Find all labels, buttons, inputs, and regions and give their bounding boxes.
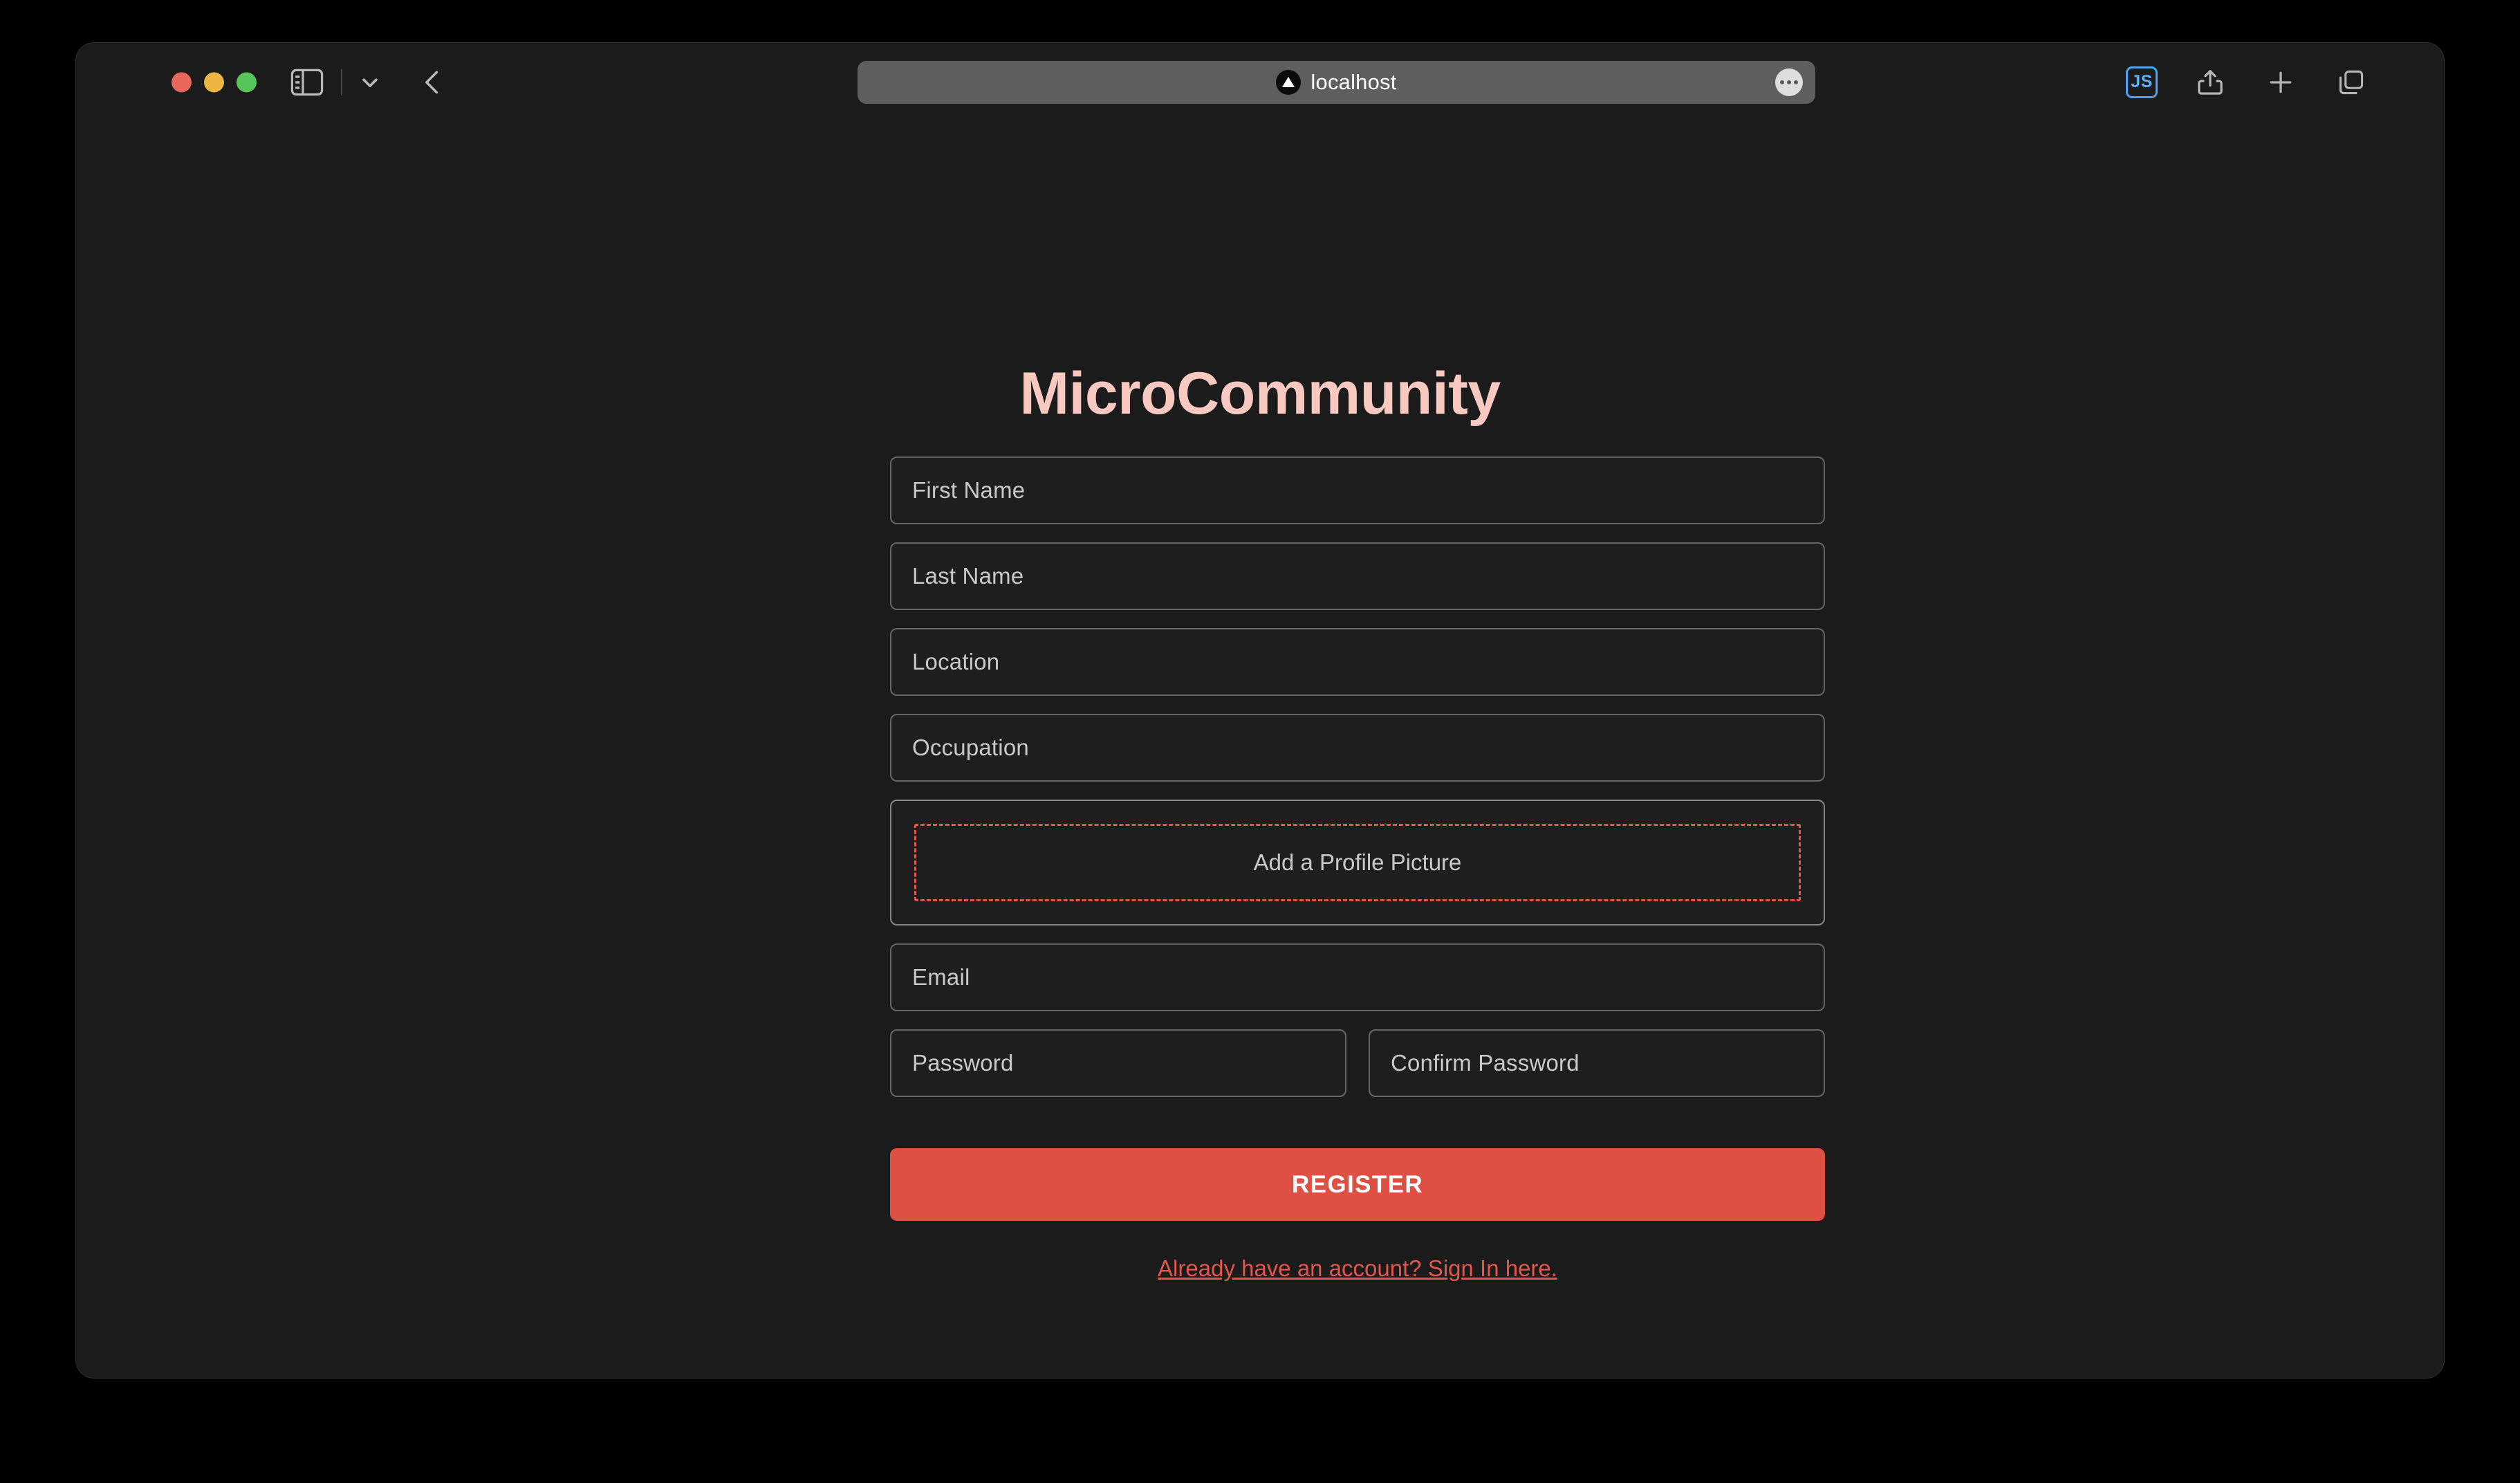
back-arrow-icon[interactable] (409, 63, 457, 102)
first-name-placeholder: First Name (912, 477, 1025, 504)
email-field[interactable]: Email (890, 943, 1825, 1011)
occupation-placeholder: Occupation (912, 735, 1029, 761)
register-form: First Name Last Name Location Occupation… (890, 457, 1825, 1282)
more-options-icon[interactable] (1775, 68, 1803, 96)
triangle-favicon (1276, 70, 1301, 95)
password-placeholder: Password (912, 1050, 1014, 1076)
register-button[interactable]: REGISTER (890, 1148, 1825, 1221)
toolbar-left-icons (286, 63, 457, 102)
last-name-placeholder: Last Name (912, 563, 1023, 589)
browser-window: localhost JS (76, 43, 2444, 1378)
toolbar-divider (341, 69, 342, 95)
confirm-password-field[interactable]: Confirm Password (1369, 1029, 1825, 1097)
last-name-field[interactable]: Last Name (890, 542, 1825, 610)
window-controls (172, 72, 257, 92)
first-name-field[interactable]: First Name (890, 457, 1825, 524)
address-bar[interactable]: localhost (858, 61, 1815, 104)
minimize-button[interactable] (204, 72, 224, 92)
url-text: localhost (1310, 70, 1396, 95)
dropzone-label: Add a Profile Picture (1254, 849, 1462, 876)
occupation-field[interactable]: Occupation (890, 714, 1825, 782)
email-placeholder: Email (912, 964, 970, 991)
url-group: localhost (1276, 70, 1396, 95)
js-badge[interactable]: JS (2126, 66, 2158, 98)
dropzone-dashed-area[interactable]: Add a Profile Picture (914, 824, 1801, 901)
tab-overview-icon[interactable] (2333, 62, 2369, 102)
close-button[interactable] (172, 72, 192, 92)
confirm-password-placeholder: Confirm Password (1391, 1050, 1579, 1076)
sidebar-toggle-icon[interactable] (286, 63, 328, 102)
new-tab-icon[interactable] (2263, 62, 2299, 102)
page-title: MicroCommunity (76, 360, 2444, 428)
location-field[interactable]: Location (890, 628, 1825, 696)
location-placeholder: Location (912, 649, 999, 675)
password-field[interactable]: Password (890, 1029, 1346, 1097)
signin-link[interactable]: Already have an account? Sign In here. (890, 1255, 1825, 1282)
profile-picture-dropzone[interactable]: Add a Profile Picture (890, 800, 1825, 925)
password-row: Password Confirm Password (890, 1029, 1825, 1097)
chevron-down-icon[interactable] (352, 64, 388, 100)
toolbar-right-icons: JS (2126, 62, 2369, 102)
share-icon[interactable] (2192, 62, 2228, 102)
maximize-button[interactable] (237, 72, 257, 92)
browser-toolbar: localhost JS (76, 43, 2444, 121)
page-content: MicroCommunity First Name Last Name Loca… (76, 121, 2444, 1378)
